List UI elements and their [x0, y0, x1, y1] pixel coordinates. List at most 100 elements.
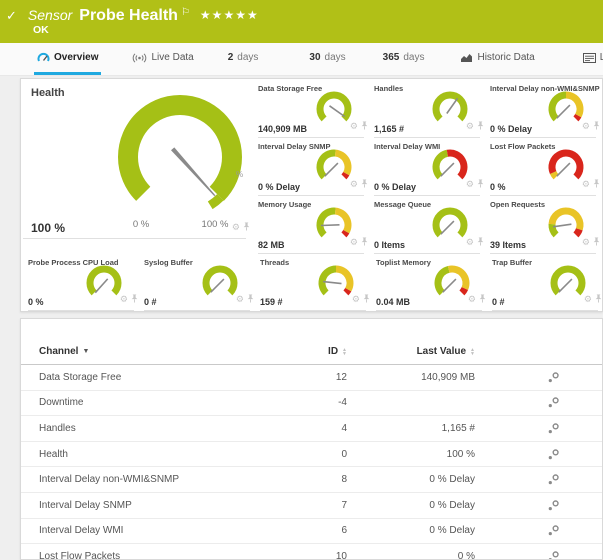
gauge-tile-threads[interactable]: Threads159 #⚙	[258, 254, 374, 311]
channel-table-panel: Channel▼ID▲▼Last Value▲▼ Data Storage Fr…	[20, 318, 603, 560]
column-header-id[interactable]: ID▲▼	[311, 346, 347, 357]
channel-settings-button[interactable]	[475, 473, 602, 486]
pin-button[interactable]	[361, 175, 368, 193]
tab-2-days[interactable]: 2days	[225, 43, 262, 75]
gear-icon[interactable]: ⚙	[350, 238, 358, 247]
pin-icon	[595, 294, 602, 303]
gauge-tile-trap-buffer[interactable]: Trap Buffer0 #⚙	[490, 254, 603, 311]
channel-name[interactable]: Handles	[21, 423, 311, 434]
gear-icon[interactable]: ⚙	[466, 238, 474, 247]
gauge-title: Trap Buffer	[492, 258, 532, 267]
gear-icon[interactable]: ⚙	[120, 295, 128, 304]
gauge-tile-message-queue[interactable]: Message Queue0 Items⚙	[372, 196, 488, 254]
gauge-tile-syslog-buffer[interactable]: Syslog Buffer0 #⚙	[142, 254, 258, 311]
gauge-tile-lost-flow-packets[interactable]: Lost Flow Packets0 %⚙	[488, 138, 603, 196]
tile-divider	[23, 238, 246, 239]
gauge-tile-toplist-memory[interactable]: Toplist Memory 0.04 MB ⚙	[374, 254, 490, 311]
priority-stars[interactable]: ★★★★★	[200, 8, 259, 22]
gear-icon[interactable]: ⚙	[466, 180, 474, 189]
gauge-title: Toplist Memory	[376, 258, 431, 267]
gauge-tile-health[interactable]: Health % 0 % 100 % 100 % ⚙	[21, 79, 254, 239]
channel-settings-button[interactable]	[475, 448, 602, 461]
channel-name[interactable]: Downtime	[21, 397, 311, 408]
channel-settings-button[interactable]	[475, 422, 602, 435]
tab-30-days[interactable]: 30days	[306, 43, 348, 75]
channel-settings-button[interactable]	[475, 396, 602, 409]
gear-icon[interactable]: ⚙	[584, 295, 592, 304]
channel-row-lost-flow-packets[interactable]: Lost Flow Packets100 %	[21, 544, 602, 560]
tile-actions: ⚙	[468, 290, 486, 308]
channel-row-interval-delay-snmp[interactable]: Interval Delay SNMP70 % Delay	[21, 493, 602, 519]
channel-name[interactable]: Interval Delay SNMP	[21, 500, 311, 511]
pin-button[interactable]	[477, 117, 484, 135]
gauge-tile-data-storage-free[interactable]: Data Storage Free140,909 MB⚙	[256, 80, 372, 138]
gauge-needle	[557, 105, 570, 118]
gauge-title: Syslog Buffer	[144, 258, 193, 267]
pin-button[interactable]	[593, 233, 600, 251]
channel-last-value: 140,909 MB	[347, 372, 475, 383]
gear-icon[interactable]: ⚙	[350, 122, 358, 131]
pin-button[interactable]	[243, 218, 250, 236]
gear-icon[interactable]: ⚙	[582, 122, 590, 131]
channel-row-health[interactable]: Health0100 %	[21, 442, 602, 468]
channel-row-downtime[interactable]: Downtime-4	[21, 391, 602, 417]
tab-365-days[interactable]: 365days	[380, 43, 428, 75]
gauge-tile-interval-delay-wmi[interactable]: Interval Delay WMI0 % Delay⚙	[372, 138, 488, 196]
channel-row-interval-delay-non-wmi-snmp[interactable]: Interval Delay non-WMI&SNMP80 % Delay	[21, 467, 602, 493]
gauge-title: Threads	[260, 258, 289, 267]
tile-actions: ⚙	[352, 290, 370, 308]
channel-row-data-storage-free[interactable]: Data Storage Free12140,909 MB	[21, 365, 602, 391]
gear-icon[interactable]: ⚙	[232, 223, 240, 232]
pin-button[interactable]	[131, 290, 138, 308]
channel-last-value: 0 % Delay	[347, 474, 475, 485]
flag-icon[interactable]: ⚐	[181, 7, 190, 18]
gear-icon[interactable]: ⚙	[352, 295, 360, 304]
channel-settings-button[interactable]	[475, 499, 602, 512]
pin-button[interactable]	[247, 290, 254, 308]
tab-log[interactable]: Log	[580, 43, 603, 75]
pin-icon	[247, 294, 254, 303]
gauge-value: 0.04 MB	[376, 297, 410, 307]
tab-historic-data[interactable]: Historic Data	[457, 43, 537, 75]
pin-button[interactable]	[361, 117, 368, 135]
gauge-tile-interval-delay-snmp[interactable]: Interval Delay SNMP0 % Delay⚙	[256, 138, 372, 196]
channel-name[interactable]: Health	[21, 449, 311, 460]
pin-button[interactable]	[363, 290, 370, 308]
tab-overview[interactable]: Overview	[34, 43, 101, 75]
column-header-last-value[interactable]: Last Value▲▼	[347, 346, 475, 357]
channel-row-handles[interactable]: Handles41,165 #	[21, 416, 602, 442]
gauge-grid-5col: Probe Process CPU Load0 %⚙Syslog Buffer0…	[26, 254, 603, 311]
channel-settings-button[interactable]	[475, 371, 602, 384]
gear-icon[interactable]: ⚙	[236, 295, 244, 304]
column-header-channel[interactable]: Channel▼	[21, 346, 311, 357]
status-badge: OK	[33, 24, 49, 36]
gear-icon[interactable]: ⚙	[350, 180, 358, 189]
pin-button[interactable]	[595, 290, 602, 308]
channel-row-interval-delay-wmi[interactable]: Interval Delay WMI60 % Delay	[21, 519, 602, 545]
gear-icon[interactable]: ⚙	[466, 122, 474, 131]
pin-button[interactable]	[479, 290, 486, 308]
pin-button[interactable]	[477, 175, 484, 193]
gauge-tile-memory-usage[interactable]: Memory Usage82 MB⚙	[256, 196, 372, 254]
gauge-tile-handles[interactable]: Handles1,165 #⚙	[372, 80, 488, 138]
channel-name[interactable]: Data Storage Free	[21, 372, 311, 383]
sort-toggle-icon[interactable]: ▲▼	[470, 348, 475, 356]
tab-live-data[interactable]: Live Data	[129, 43, 196, 75]
gear-icon[interactable]: ⚙	[582, 238, 590, 247]
pin-button[interactable]	[593, 117, 600, 135]
sort-desc-icon[interactable]: ▼	[82, 348, 89, 355]
pin-button[interactable]	[361, 233, 368, 251]
gear-icon[interactable]: ⚙	[582, 180, 590, 189]
gear-icon[interactable]: ⚙	[468, 295, 476, 304]
channel-name[interactable]: Interval Delay non-WMI&SNMP	[21, 474, 311, 485]
pin-button[interactable]	[477, 233, 484, 251]
channel-settings-button[interactable]	[475, 524, 602, 537]
gauge-tile-probe-process-cpu-load[interactable]: Probe Process CPU Load0 %⚙	[26, 254, 142, 311]
gauge-tile-open-requests[interactable]: Open Requests39 Items⚙	[488, 196, 603, 254]
pin-button[interactable]	[593, 175, 600, 193]
wrench-icon	[547, 448, 560, 461]
channel-name[interactable]: Lost Flow Packets	[21, 551, 311, 560]
channel-settings-button[interactable]	[475, 550, 602, 560]
gauge-tile-interval-delay-non-wmi-snmp[interactable]: Interval Delay non-WMI&SNMP0 % Delay⚙	[488, 80, 603, 138]
channel-name[interactable]: Interval Delay WMI	[21, 525, 311, 536]
